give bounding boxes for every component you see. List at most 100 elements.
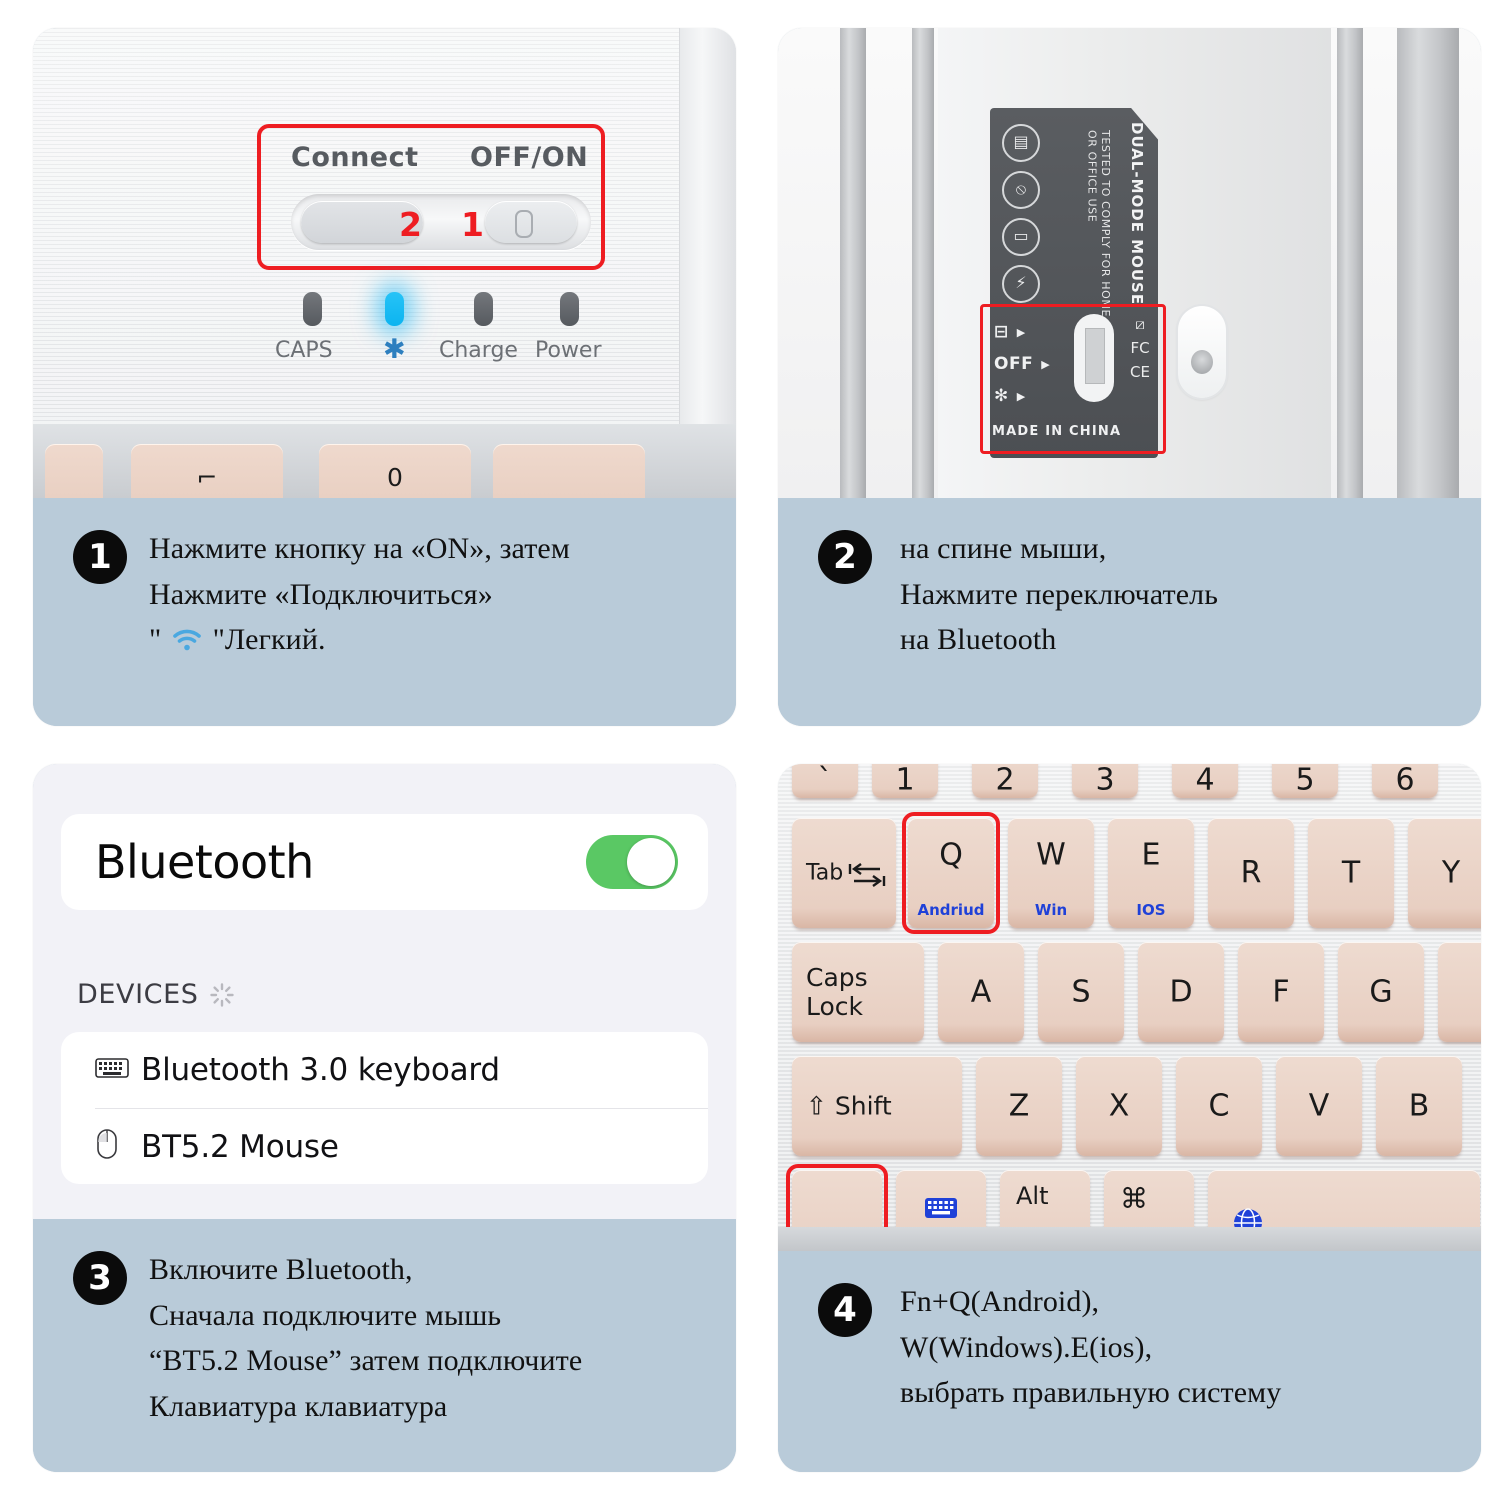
bluetooth-icon: ✱: [383, 334, 406, 365]
spinner-icon: [209, 982, 235, 1008]
key-1[interactable]: 1: [872, 764, 938, 798]
key-z[interactable]: Z: [976, 1056, 1062, 1156]
key-label: 5: [1295, 764, 1315, 798]
key-r[interactable]: R: [1208, 818, 1294, 928]
caption-line: Нажмите кнопку на «ON», затем: [149, 532, 570, 565]
key-t[interactable]: T: [1308, 818, 1394, 928]
key-tab[interactable]: Tab: [792, 818, 896, 928]
key-label: Y: [1441, 855, 1461, 891]
key-x[interactable]: X: [1076, 1056, 1162, 1156]
key-y[interactable]: Y: [1408, 818, 1481, 928]
key-6[interactable]: 6: [1372, 764, 1438, 798]
key-d[interactable]: D: [1138, 942, 1224, 1042]
bluetooth-toggle[interactable]: [586, 835, 678, 889]
key-c[interactable]: C: [1176, 1056, 1262, 1156]
keycap-peek[interactable]: 0: [319, 444, 471, 498]
key-label: 1: [895, 764, 915, 798]
battery-icon: ▭: [1002, 218, 1040, 256]
key-2[interactable]: 2: [972, 764, 1038, 798]
key-q[interactable]: Q Andriud: [908, 818, 994, 928]
list-item[interactable]: BT5.2 Mouse: [95, 1108, 708, 1184]
key-label: Q: [939, 837, 963, 873]
list-item[interactable]: Bluetooth 3.0 keyboard: [61, 1032, 708, 1108]
keyboard-icon: [95, 1056, 141, 1085]
keyboard-icon: [924, 1196, 958, 1224]
no-trash-icon: ⦸: [1002, 171, 1040, 209]
key-b[interactable]: B: [1376, 1056, 1462, 1156]
callout-number-2: 2: [399, 205, 422, 244]
caption-line: выбрать правильную систему: [900, 1376, 1282, 1410]
key-s[interactable]: S: [1038, 942, 1124, 1042]
key-4[interactable]: 4: [1172, 764, 1238, 798]
key-g[interactable]: G: [1338, 942, 1424, 1042]
key-label: F: [1272, 974, 1290, 1010]
key-sublabel: Andriud: [917, 901, 985, 919]
wifi-icon: [172, 620, 202, 666]
key-label: R: [1240, 855, 1262, 891]
manual-icon: ▤: [1002, 124, 1040, 162]
caption-line: Включите Bluetooth,: [149, 1253, 413, 1286]
key-label: ⇧ Shift: [806, 1091, 892, 1121]
power-slider[interactable]: [485, 201, 577, 243]
quote-close-and-text: "Легкий.: [212, 623, 326, 657]
key-label: T: [1341, 855, 1361, 891]
optical-sensor: [1178, 306, 1226, 398]
led-power: [560, 292, 579, 326]
key-label: E: [1141, 837, 1161, 873]
key-3[interactable]: 3: [1072, 764, 1138, 798]
key-w[interactable]: W Win: [1008, 818, 1094, 928]
device-name: Bluetooth 3.0 keyboard: [141, 1052, 500, 1088]
bluetooth-label: Bluetooth: [95, 835, 314, 889]
key-5[interactable]: 5: [1272, 764, 1338, 798]
key-v[interactable]: V: [1276, 1056, 1362, 1156]
keycap-peek[interactable]: [493, 444, 645, 498]
background-band: [912, 28, 934, 498]
panel-2-caption: 2 на спине мыши, Нажмите переключатель н…: [778, 498, 1481, 726]
instruction-grid: Connect OFF/ON 2 1 CAPS ✱ Charge Power ⌐…: [0, 0, 1500, 1500]
key-h[interactable]: [1438, 942, 1481, 1042]
key-label: A: [970, 974, 992, 1010]
key-backtick[interactable]: `: [792, 764, 858, 798]
key-label: Caps Lock: [806, 963, 868, 1021]
key-label: 3: [1095, 764, 1115, 798]
step-badge-2: 2: [818, 530, 872, 584]
panel-2-photo: DUAL-MODE MOUSE TESTED TO COMPLY FOR HOM…: [778, 28, 1481, 498]
key-f[interactable]: F: [1238, 942, 1324, 1042]
key-label: C: [1208, 1088, 1230, 1124]
step-badge-4: 4: [818, 1283, 872, 1337]
key-label: X: [1108, 1088, 1130, 1124]
caption-text-4: Fn+Q(Android), W(Windows).E(ios), выбрат…: [900, 1279, 1281, 1416]
key-caps-lock[interactable]: Caps Lock: [792, 942, 924, 1042]
panel-step-1: Connect OFF/ON 2 1 CAPS ✱ Charge Power ⌐…: [33, 28, 736, 726]
device-name: BT5.2 Mouse: [141, 1128, 339, 1165]
callout-number-1: 1: [461, 205, 484, 244]
key-label: 4: [1195, 764, 1215, 798]
quote-open: ": [149, 623, 162, 657]
key-shift[interactable]: ⇧ Shift: [792, 1056, 962, 1156]
charge-icon: ⚡: [1002, 265, 1040, 303]
mouse-switch-highlight-box: [980, 304, 1166, 454]
mouse-icon: [95, 1128, 141, 1165]
caption-line: на Bluetooth: [900, 623, 1057, 657]
connect-switch-label: Connect: [291, 142, 419, 173]
key-label: B: [1408, 1088, 1430, 1124]
key-label: V: [1308, 1088, 1330, 1124]
key-label: G: [1369, 974, 1393, 1010]
keycap-peek[interactable]: ⌐: [131, 444, 283, 498]
power-switch-label: OFF/ON: [470, 142, 589, 173]
keyboard-front-edge: [778, 1227, 1481, 1251]
led-caps: [303, 292, 322, 326]
key-a[interactable]: A: [938, 942, 1024, 1042]
bluetooth-toggle-row[interactable]: Bluetooth: [61, 814, 708, 910]
caption-line: Нажмите «Подключиться»: [149, 577, 493, 611]
caption-text-2: на спине мыши, Нажмите переключатель на …: [900, 526, 1218, 663]
key-e[interactable]: E IOS: [1108, 818, 1194, 928]
keycap-peek[interactable]: [45, 444, 103, 498]
key-label: W: [1036, 837, 1066, 873]
key-label: `: [817, 764, 833, 798]
led-label-caps: CAPS: [275, 338, 333, 363]
key-label: 2: [995, 764, 1015, 798]
keycap-label: 0: [387, 463, 403, 492]
led-label-power: Power: [535, 338, 602, 363]
key-label: D: [1169, 974, 1193, 1010]
